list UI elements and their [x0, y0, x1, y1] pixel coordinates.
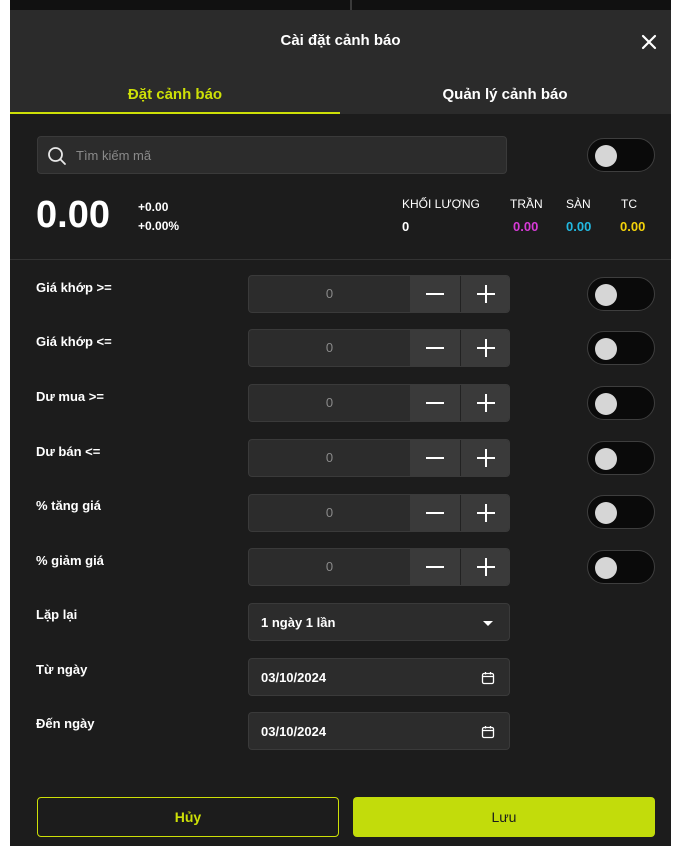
- minus-icon: [426, 457, 444, 459]
- dialog-title: Cài đặt cảnh báo: [280, 32, 401, 49]
- alert-settings-dialog: Cài đặt cảnh báo Đặt cảnh báo Quản lý cả…: [10, 10, 671, 846]
- volume-value: 0: [402, 219, 410, 234]
- plus-icon: [477, 449, 495, 467]
- quantity-stepper: 0: [248, 329, 510, 367]
- plus-icon: [477, 504, 495, 522]
- search-toggle[interactable]: [587, 138, 655, 172]
- to-date-field[interactable]: 03/10/2024: [248, 712, 510, 750]
- toggle-knob: [595, 502, 617, 524]
- minus-button[interactable]: [410, 495, 460, 531]
- reference-value: 0.00: [620, 219, 646, 234]
- toggle-knob: [595, 284, 617, 306]
- minus-icon: [426, 566, 444, 568]
- quantity-stepper: 0: [248, 439, 510, 477]
- from-date-label: Từ ngày: [36, 662, 88, 677]
- stepper-value[interactable]: 0: [249, 330, 410, 366]
- price-change-percent: +0.00%: [138, 219, 180, 233]
- repeat-label: Lặp lại: [36, 607, 78, 622]
- search-icon: [48, 147, 66, 165]
- section-divider: [10, 259, 671, 260]
- repeat-value: 1 ngày 1 lần: [261, 615, 336, 630]
- toggle-knob: [595, 393, 617, 415]
- toggle-knob: [595, 557, 617, 579]
- search-input[interactable]: [76, 137, 496, 173]
- condition-label: Giá khớp >=: [36, 280, 112, 295]
- condition-toggle[interactable]: [587, 277, 655, 311]
- stepper-value[interactable]: 0: [249, 385, 410, 421]
- calendar-icon[interactable]: [481, 671, 495, 685]
- condition-label: Dư mua >=: [36, 389, 104, 404]
- minus-button[interactable]: [410, 440, 460, 476]
- condition-label: % tăng giá: [36, 498, 102, 513]
- tab-bar: Đặt cảnh báo Quản lý cảnh báo: [10, 74, 671, 114]
- toggle-knob: [595, 145, 617, 167]
- condition-label: Dư bán <=: [36, 444, 101, 459]
- stepper-value[interactable]: 0: [249, 276, 410, 312]
- quantity-stepper: 0: [248, 548, 510, 586]
- stepper-value[interactable]: 0: [249, 495, 410, 531]
- tab-manage-alerts[interactable]: Quản lý cảnh báo: [340, 74, 670, 114]
- search-box: [37, 136, 507, 174]
- condition-label: Giá khớp <=: [36, 334, 112, 349]
- calendar-icon[interactable]: [481, 725, 495, 739]
- reference-label: TC: [621, 197, 637, 211]
- repeat-select[interactable]: 1 ngày 1 lần: [248, 603, 510, 641]
- condition-toggle[interactable]: [587, 386, 655, 420]
- price-change: +0.00: [138, 200, 169, 214]
- plus-icon: [477, 394, 495, 412]
- from-date-field[interactable]: 03/10/2024: [248, 658, 510, 696]
- tab-set-alert[interactable]: Đặt cảnh báo: [10, 74, 340, 114]
- plus-icon: [477, 285, 495, 303]
- stepper-value[interactable]: 0: [249, 440, 410, 476]
- condition-toggle[interactable]: [587, 550, 655, 584]
- minus-icon: [426, 293, 444, 295]
- close-icon[interactable]: [637, 30, 661, 54]
- plus-button[interactable]: [460, 385, 509, 421]
- to-date-value: 03/10/2024: [261, 724, 327, 739]
- minus-icon: [426, 347, 444, 349]
- plus-button[interactable]: [460, 330, 509, 366]
- toggle-knob: [595, 338, 617, 360]
- caret-down-icon: [483, 621, 493, 626]
- condition-label: % giảm giá: [36, 553, 104, 568]
- condition-toggle[interactable]: [587, 331, 655, 365]
- current-price: 0.00: [36, 194, 110, 236]
- quantity-stepper: 0: [248, 494, 510, 532]
- condition-toggle[interactable]: [587, 495, 655, 529]
- to-date-label: Đến ngày: [36, 716, 95, 731]
- minus-button[interactable]: [410, 549, 460, 585]
- plus-button[interactable]: [460, 549, 509, 585]
- floor-label: SÀN: [566, 197, 591, 211]
- save-button[interactable]: Lưu: [353, 797, 655, 837]
- top-strip-divider: [350, 0, 352, 10]
- minus-button[interactable]: [410, 385, 460, 421]
- dialog-header: Cài đặt cảnh báo: [10, 10, 671, 74]
- quantity-stepper: 0: [248, 384, 510, 422]
- minus-button[interactable]: [410, 330, 460, 366]
- cancel-button[interactable]: Hủy: [37, 797, 339, 837]
- volume-label: KHỐI LƯỢNG: [402, 197, 480, 211]
- from-date-value: 03/10/2024: [261, 670, 327, 685]
- plus-icon: [477, 339, 495, 357]
- quantity-stepper: 0: [248, 275, 510, 313]
- ceiling-label: TRẦN: [510, 197, 543, 211]
- plus-button[interactable]: [460, 440, 509, 476]
- top-strip: [10, 0, 671, 10]
- ceiling-value: 0.00: [513, 219, 539, 234]
- condition-toggle[interactable]: [587, 441, 655, 475]
- toggle-knob: [595, 448, 617, 470]
- minus-icon: [426, 512, 444, 514]
- floor-value: 0.00: [566, 219, 592, 234]
- minus-button[interactable]: [410, 276, 460, 312]
- stepper-value[interactable]: 0: [249, 549, 410, 585]
- plus-button[interactable]: [460, 276, 509, 312]
- minus-icon: [426, 402, 444, 404]
- plus-button[interactable]: [460, 495, 509, 531]
- plus-icon: [477, 558, 495, 576]
